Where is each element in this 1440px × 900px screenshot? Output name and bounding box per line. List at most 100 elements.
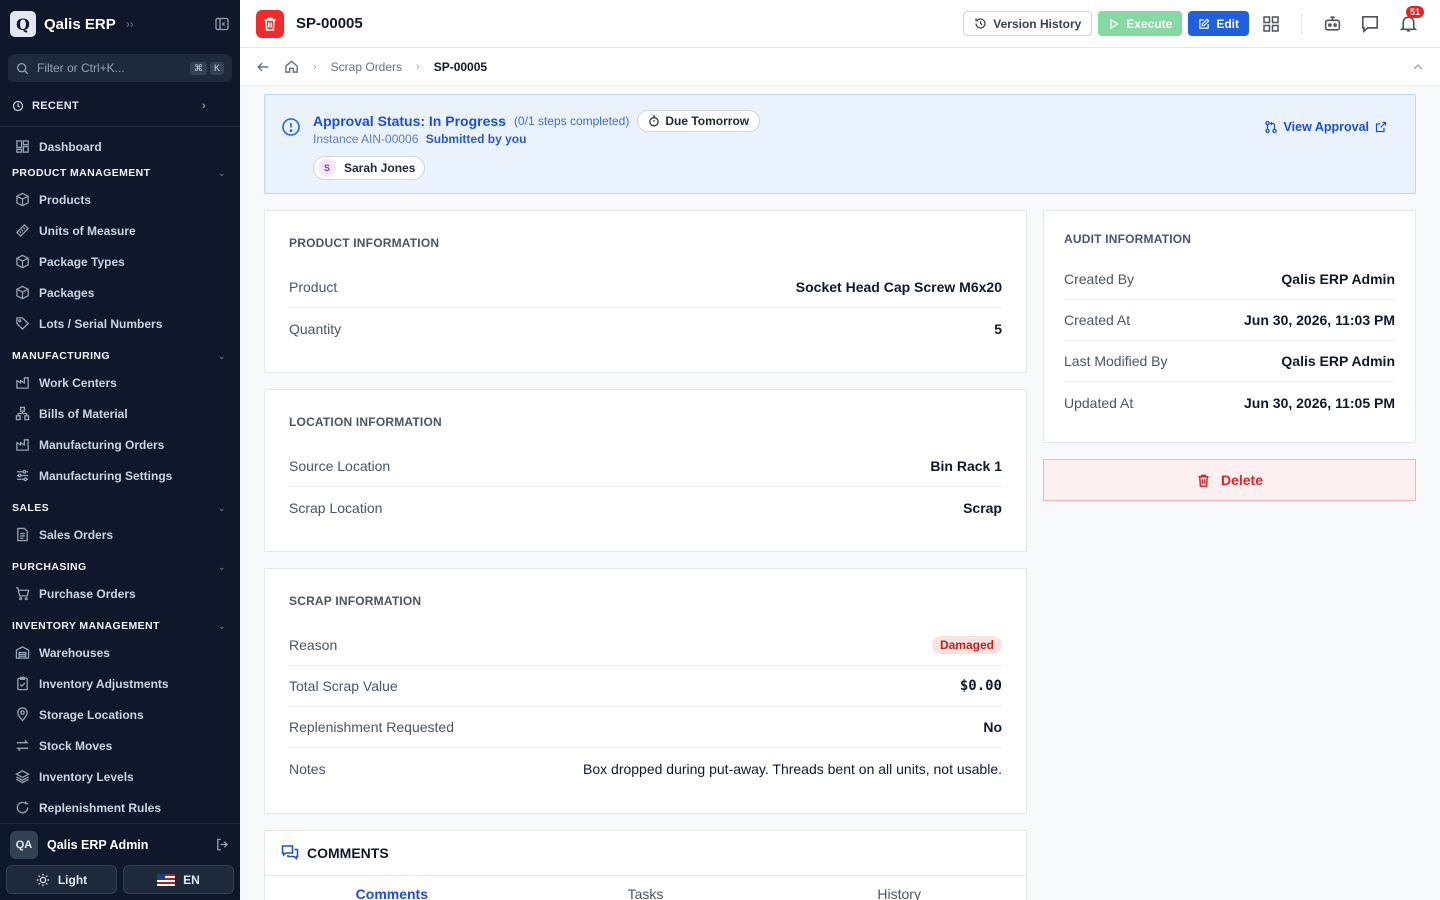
- map-pin-icon: [17, 707, 28, 722]
- field-value[interactable]: Scrap: [963, 500, 1002, 516]
- field-label: Scrap Location: [289, 499, 383, 516]
- card-heading: LOCATION INFORMATION: [289, 415, 442, 429]
- field-label: Total Scrap Value: [289, 678, 398, 694]
- chat-icon[interactable]: [1354, 8, 1386, 40]
- layers-icon: [15, 770, 30, 784]
- sidebar-item-package-types[interactable]: Package Types: [0, 246, 240, 277]
- sliders-icon: [16, 469, 29, 482]
- field-row-notes: Notes Box dropped during put-away. Threa…: [289, 748, 1002, 789]
- section-sales[interactable]: SALES ⌄: [0, 497, 240, 519]
- field-value: $0.00: [959, 678, 1002, 694]
- app-logo[interactable]: Q: [10, 11, 36, 37]
- sidebar-item-label: Units of Measure: [39, 223, 136, 238]
- bell-icon[interactable]: 51: [1392, 5, 1424, 40]
- footer-buttons: Light EN: [0, 865, 240, 900]
- section-purchasing[interactable]: PURCHASING ⌄: [0, 556, 240, 578]
- sidebar: Q Qalis ERP ›› Filter or Ctrl+K... ⌘ K R…: [0, 0, 240, 900]
- chevron-up-icon[interactable]: [1412, 61, 1424, 73]
- box-icon: [16, 254, 29, 269]
- git-pull-request-icon: [1264, 120, 1277, 134]
- sidebar-item-packages[interactable]: Packages: [0, 277, 240, 308]
- bot-icon[interactable]: [1316, 8, 1348, 40]
- sidebar-item-mfg-settings[interactable]: Manufacturing Settings: [0, 460, 240, 491]
- view-approval-link[interactable]: View Approval: [1264, 120, 1387, 134]
- sidebar-item-sales-orders[interactable]: Sales Orders: [0, 519, 240, 550]
- language-label: EN: [183, 872, 200, 887]
- sidebar-item-mfg-orders[interactable]: Manufacturing Orders: [0, 429, 240, 460]
- factory-icon: [16, 377, 29, 389]
- sidebar-item-work-centers[interactable]: Work Centers: [0, 367, 240, 398]
- approver-chip[interactable]: S Sarah Jones: [313, 156, 426, 180]
- sidebar-item-stock-moves[interactable]: Stock Moves: [0, 730, 240, 761]
- chevron-right-icon[interactable]: ››: [126, 17, 134, 31]
- card-heading: PRODUCT INFORMATION: [289, 236, 440, 250]
- sidebar-footer: QA Qalis ERP Admin Light EN: [0, 823, 240, 900]
- sidebar-item-purchase-orders[interactable]: Purchase Orders: [0, 578, 240, 609]
- approval-submitted: Submitted by you: [425, 132, 527, 146]
- sidebar-item-label: Packages: [39, 285, 95, 300]
- field-label: Created By: [1064, 271, 1135, 287]
- section-label: PRODUCT MANAGEMENT: [12, 167, 151, 179]
- field-value[interactable]: Socket Head Cap Screw M6x20: [796, 279, 1002, 295]
- app-name[interactable]: Qalis ERP: [44, 16, 116, 33]
- field-row-source-location: Source Location Bin Rack 1: [289, 446, 1002, 487]
- breadcrumb-scrap-orders[interactable]: Scrap Orders: [331, 60, 402, 74]
- sidebar-item-warehouses[interactable]: Warehouses: [0, 637, 240, 668]
- product-information-card: PRODUCT INFORMATION Product Socket Head …: [264, 210, 1027, 373]
- execute-button[interactable]: Execute: [1098, 11, 1183, 36]
- shortcut-hint: ⌘ K: [189, 61, 224, 75]
- approval-instance: Instance AIN-00006: [313, 132, 419, 146]
- sidebar-item-boms[interactable]: Bills of Material: [0, 398, 240, 429]
- chevron-down-icon: ⌄: [218, 167, 226, 178]
- section-product-management[interactable]: PRODUCT MANAGEMENT ⌄: [0, 162, 240, 184]
- tab-tasks[interactable]: Tasks: [519, 876, 773, 900]
- field-label: Replenishment Requested: [289, 719, 454, 735]
- back-arrow-icon[interactable]: [256, 60, 270, 74]
- sidebar-item-inventory-adjustments[interactable]: Inventory Adjustments: [0, 668, 240, 699]
- section-manufacturing[interactable]: MANUFACTURING ⌄: [0, 345, 240, 367]
- view-approval-label: View Approval: [1283, 120, 1369, 134]
- field-value: Jun 30, 2026, 11:05 PM: [1244, 394, 1395, 411]
- sidebar-item-replenishment-rules[interactable]: Replenishment Rules: [0, 792, 240, 823]
- sidebar-item-label: Package Types: [39, 254, 125, 269]
- kbd-cmd: ⌘: [189, 61, 207, 75]
- sidebar-item-units[interactable]: Units of Measure: [0, 215, 240, 246]
- tab-comments[interactable]: Comments: [265, 876, 519, 900]
- ruler-icon: [15, 223, 30, 238]
- sidebar-item-label: Inventory Adjustments: [39, 676, 169, 691]
- sidebar-item-lots[interactable]: Lots / Serial Numbers: [0, 308, 240, 339]
- sidebar-collapse-icon[interactable]: [214, 16, 230, 32]
- factory-icon: [16, 439, 29, 451]
- scrap-information-card: SCRAP INFORMATION Reason Damaged Total S…: [264, 568, 1027, 814]
- delete-button[interactable]: Delete: [1043, 459, 1416, 501]
- trash-icon: [1198, 474, 1209, 487]
- tab-history[interactable]: History: [772, 876, 1026, 900]
- field-label: Created At: [1064, 312, 1131, 328]
- sidebar-item-storage-locations[interactable]: Storage Locations: [0, 699, 240, 730]
- sidebar-item-products[interactable]: Products: [0, 184, 240, 215]
- sidebar-item-label: Sales Orders: [39, 527, 114, 542]
- field-label: Product: [289, 279, 338, 295]
- version-history-button[interactable]: Version History: [963, 11, 1093, 36]
- field-value[interactable]: Bin Rack 1: [930, 458, 1002, 474]
- home-icon[interactable]: [284, 59, 299, 74]
- sun-icon: [36, 873, 49, 886]
- field-label: Updated At: [1064, 394, 1134, 411]
- user-name: Qalis ERP Admin: [47, 837, 149, 852]
- sidebar-filter-input[interactable]: Filter or Ctrl+K... ⌘ K: [8, 54, 232, 82]
- theme-toggle-button[interactable]: Light: [6, 865, 117, 894]
- language-button[interactable]: EN: [123, 865, 234, 894]
- edit-button[interactable]: Edit: [1188, 11, 1249, 36]
- user-menu[interactable]: QA Qalis ERP Admin: [0, 823, 240, 865]
- history-icon: [975, 18, 986, 29]
- recent-toggle[interactable]: RECENT ›: [0, 88, 240, 124]
- sidebar-item-inventory-levels[interactable]: Inventory Levels: [0, 761, 240, 792]
- breadcrumb-current: SP-00005: [433, 59, 488, 74]
- sidebar-item-dashboard[interactable]: Dashboard: [0, 131, 240, 162]
- logout-icon[interactable]: [215, 837, 230, 852]
- messages-icon: [281, 845, 299, 861]
- section-inventory-management[interactable]: INVENTORY MANAGEMENT ⌄: [0, 615, 240, 637]
- divider: [0, 126, 240, 127]
- chevron-right-icon: ›: [313, 60, 317, 73]
- grid-icon[interactable]: [1255, 8, 1287, 40]
